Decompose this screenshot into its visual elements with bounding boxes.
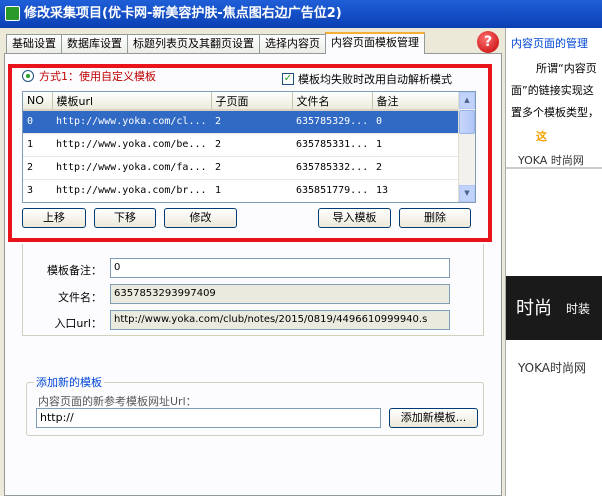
delete-button[interactable]: 删除	[399, 208, 471, 228]
entry-url-field[interactable]: http://www.yoka.com/club/notes/2015/0819…	[110, 310, 450, 330]
app-icon	[5, 6, 20, 21]
help-text-line: 所谓“内容页	[536, 62, 597, 75]
filename-field[interactable]: 6357853293997409	[110, 284, 450, 304]
tab-select-content-page[interactable]: 选择内容页	[259, 34, 326, 54]
tab-content-template-management[interactable]: 内容页面模板管理	[325, 32, 425, 54]
filename-label: 文件名：	[58, 291, 102, 304]
cell-note: 13	[372, 179, 460, 202]
note-field[interactable]: 0	[110, 258, 450, 278]
new-template-url-input[interactable]: http://	[36, 408, 381, 428]
window-title-bar: 修改采集项目(优卡网-新美容护肤-焦点图右边广告位2)	[0, 0, 602, 28]
tab-title-list-settings[interactable]: 标题列表页及其翻页设置	[127, 34, 260, 54]
yoka-site-label: YOKA 时尚网	[518, 154, 584, 167]
template-grid[interactable]: NO 模板url 子页面 文件名 备注 0 http://www.yoka.co…	[22, 91, 476, 203]
cell-note: 2	[372, 156, 460, 180]
cell-subpage: 1	[211, 179, 292, 202]
cell-url: http://www.yoka.com/fa...	[52, 156, 211, 180]
grid-scrollbar[interactable]: ▲ ▼	[458, 92, 475, 202]
mode-custom-template-radio[interactable]: 方式1：使用自定义模板	[22, 68, 156, 84]
radio-selected-icon	[22, 70, 34, 82]
col-subpage-header[interactable]: 子页面	[211, 92, 293, 111]
cell-filename: 635851779...	[292, 179, 372, 202]
mode-radio-label: 方式1：使用自定义模板	[39, 70, 156, 83]
edit-button[interactable]: 修改	[164, 208, 237, 228]
new-url-prompt: 内容页面的新参考模板网址Url：	[38, 395, 197, 408]
table-row[interactable]: 3 http://www.yoka.com/br... 1 635851779.…	[23, 179, 460, 202]
auto-parse-checkbox[interactable]: ✓ 模板均失败时改用自动解析模式	[282, 71, 452, 87]
import-template-button[interactable]: 导入模板	[318, 208, 391, 228]
cell-filename: 635785329...	[292, 110, 372, 134]
scroll-thumb[interactable]	[459, 110, 475, 134]
ad-banner: 时尚 时装	[506, 276, 602, 340]
cell-no: 1	[23, 133, 52, 157]
cell-url: http://www.yoka.com/br...	[52, 179, 211, 202]
cell-note: 0	[372, 110, 460, 134]
add-template-button[interactable]: 添加新模板...	[389, 408, 478, 428]
add-template-title: 添加新的模板	[34, 374, 104, 390]
help-side-panel: 内容页面的管理 所谓“内容页 面”的链接实现这 置多个模板类型， 这 YOKA …	[505, 28, 602, 496]
help-text-line: 这	[536, 130, 547, 143]
tab-strip: 基础设置 数据库设置 标题列表页及其翻页设置 选择内容页 内容页面模板管理	[6, 32, 425, 54]
cell-filename: 635785332...	[292, 156, 372, 180]
table-row[interactable]: 1 http://www.yoka.com/be... 2 635785331.…	[23, 133, 460, 157]
help-icon[interactable]: ?	[477, 31, 499, 53]
table-row[interactable]: 0 http://www.yoka.com/cl... 2 635785329.…	[23, 110, 460, 134]
ad-small-text: 时装	[566, 302, 591, 316]
ad-big-text: 时尚	[516, 298, 552, 319]
table-row[interactable]: 2 http://www.yoka.com/fa... 2 635785332.…	[23, 156, 460, 180]
col-filename-header[interactable]: 文件名	[292, 92, 373, 111]
cell-url: http://www.yoka.com/be...	[52, 133, 211, 157]
col-url-header[interactable]: 模板url	[52, 92, 212, 111]
cell-note: 1	[372, 133, 460, 157]
cell-no: 2	[23, 156, 52, 180]
scroll-down-icon[interactable]: ▼	[459, 185, 475, 202]
help-text-line: 面”的链接实现这	[511, 84, 594, 97]
yoka-site-label-2: YOKA时尚网	[518, 361, 586, 375]
col-note-header[interactable]: 备注	[372, 92, 461, 111]
cell-url: http://www.yoka.com/cl...	[52, 110, 211, 134]
auto-parse-label: 模板均失败时改用自动解析模式	[298, 73, 452, 86]
window-title: 修改采集项目(优卡网-新美容护肤-焦点图右边广告位2)	[24, 6, 342, 21]
tab-basic-settings[interactable]: 基础设置	[6, 34, 62, 54]
note-label: 模板备注：	[47, 264, 102, 277]
scroll-up-icon[interactable]: ▲	[459, 92, 475, 109]
cell-subpage: 2	[211, 133, 292, 157]
help-heading: 内容页面的管理	[511, 37, 588, 50]
cell-subpage: 2	[211, 110, 292, 134]
cell-subpage: 2	[211, 156, 292, 180]
tab-database-settings[interactable]: 数据库设置	[61, 34, 128, 54]
help-text-line: 置多个模板类型，	[511, 106, 599, 119]
cell-no: 3	[23, 179, 52, 202]
checkmark-icon: ✓	[282, 73, 294, 85]
col-no-header[interactable]: NO	[23, 92, 53, 111]
grid-header-row: NO 模板url 子页面 文件名 备注	[23, 92, 461, 111]
entry-url-label: 入口url：	[54, 317, 102, 330]
cell-no: 0	[23, 110, 52, 134]
move-up-button[interactable]: 上移	[22, 208, 86, 228]
move-down-button[interactable]: 下移	[94, 208, 156, 228]
cell-filename: 635785331...	[292, 133, 372, 157]
